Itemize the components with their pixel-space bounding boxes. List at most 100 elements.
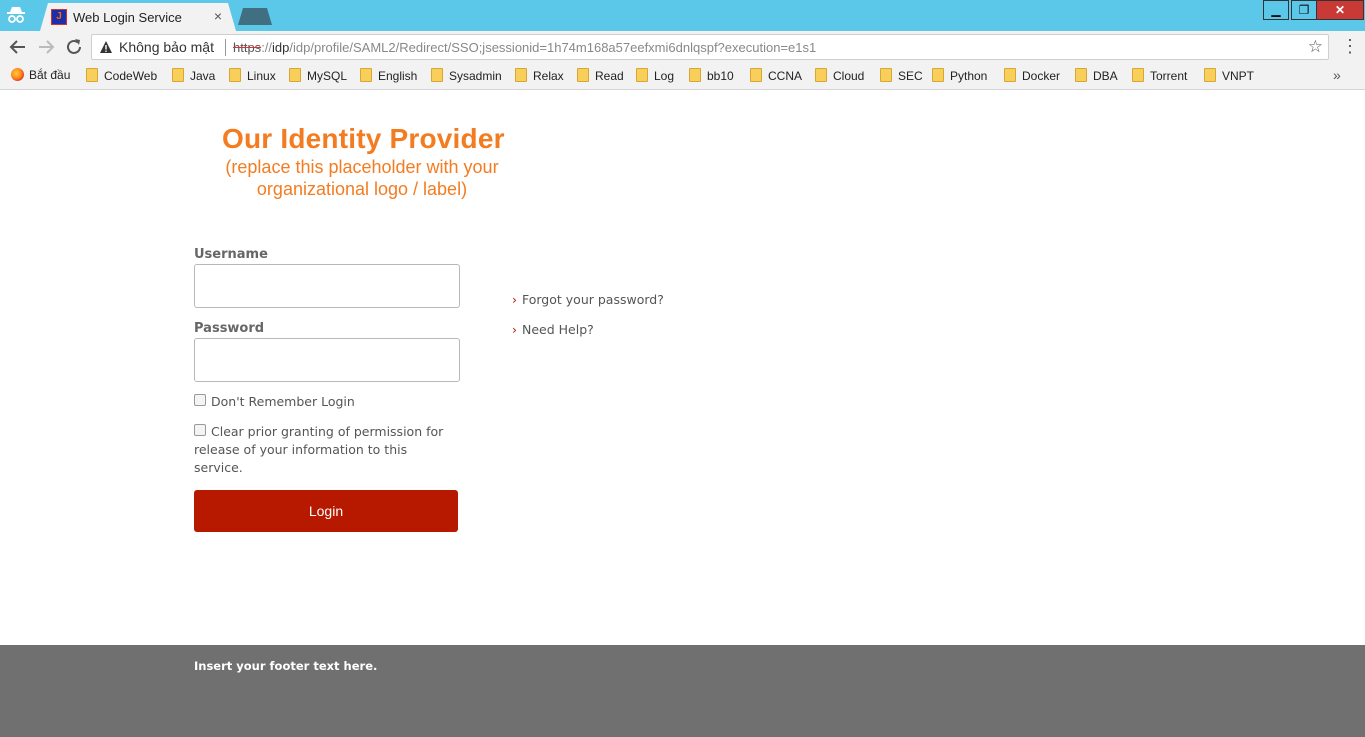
bookmark-label: SEC <box>898 69 923 83</box>
maximize-button[interactable]: ❐ <box>1291 0 1317 20</box>
close-window-button[interactable]: ✕ <box>1316 0 1364 20</box>
username-input[interactable] <box>194 264 460 308</box>
browser-tab[interactable]: J Web Login Service × <box>40 3 236 31</box>
folder-icon <box>289 68 301 82</box>
page-footer: Insert your footer text here. <box>0 645 1365 737</box>
reload-icon[interactable] <box>63 36 85 58</box>
bookmarks-bar: » Bắt đầu CodeWeb Java Linux MySQL English Sys… <box>0 63 1365 90</box>
bookmark-item[interactable]: Docker <box>1004 68 1060 84</box>
bookmark-item[interactable]: DBA <box>1075 68 1118 84</box>
dont-remember-label: Don't Remember Login <box>211 394 355 409</box>
bookmark-label: CodeWeb <box>104 69 158 83</box>
folder-icon <box>1075 68 1087 82</box>
bookmark-item[interactable]: Bắt đầu <box>11 68 70 84</box>
url-host: idp <box>272 40 290 55</box>
incognito-icon <box>7 7 25 23</box>
url-path: /idp/profile/SAML2/Redirect/SSO;jsession… <box>289 40 817 55</box>
bookmark-item[interactable]: CodeWeb <box>86 68 157 84</box>
forward-icon[interactable] <box>35 36 57 58</box>
folder-icon <box>750 68 762 82</box>
folder-icon <box>1132 68 1144 82</box>
dont-remember-checkbox[interactable] <box>194 394 206 406</box>
login-page: Our Identity Provider (replace this plac… <box>0 90 1365 645</box>
bookmark-label: bb10 <box>707 69 734 83</box>
username-label: Username <box>194 247 268 262</box>
bookmark-item[interactable]: Cloud <box>815 68 864 84</box>
url-text[interactable]: https://idp/idp/profile/SAML2/Redirect/S… <box>233 40 816 55</box>
bookmark-item[interactable]: CCNA <box>750 68 802 84</box>
bookmark-label: Sysadmin <box>449 69 502 83</box>
security-label[interactable]: Không bảo mật <box>119 39 214 55</box>
tab-close-icon[interactable]: × <box>211 8 225 24</box>
footer-text: Insert your footer text here. <box>194 659 378 673</box>
forgot-password-text: Forgot your password? <box>522 292 664 307</box>
clear-consent-label: Clear prior granting of permission for r… <box>194 424 444 475</box>
bookmark-label: Java <box>190 69 216 83</box>
bookmark-item[interactable]: Read <box>577 68 624 84</box>
browser-toolbar: Không bảo mật https://idp/idp/profile/SA… <box>0 31 1365 63</box>
bookmark-label: English <box>378 69 418 83</box>
need-help-text: Need Help? <box>522 322 594 337</box>
bookmark-label: Python <box>950 69 988 83</box>
folder-icon <box>880 68 892 82</box>
bookmark-item[interactable]: Torrent <box>1132 68 1187 84</box>
bookmark-label: MySQL <box>307 69 348 83</box>
url-scheme: https <box>233 40 262 55</box>
address-bar[interactable]: Không bảo mật https://idp/idp/profile/SA… <box>91 34 1329 60</box>
bookmark-label: Cloud <box>833 69 865 83</box>
bookmark-item[interactable]: Relax <box>515 68 564 84</box>
browser-menu-icon[interactable]: ⋮ <box>1341 36 1359 58</box>
bookmark-label: Bắt đầu <box>29 68 71 82</box>
tab-title: Web Login Service <box>73 10 182 25</box>
minimize-button[interactable]: ▁ <box>1263 0 1289 20</box>
omnibox-separator <box>225 39 226 56</box>
bookmark-star-icon[interactable]: ☆ <box>1308 37 1323 57</box>
chevron-right-icon: › <box>512 292 517 307</box>
need-help-link[interactable]: › Need Help? <box>512 322 594 337</box>
folder-icon <box>431 68 443 82</box>
login-button[interactable]: Login <box>194 490 458 532</box>
bookmark-item[interactable]: Log <box>636 68 674 84</box>
warning-icon <box>100 41 112 53</box>
bookmark-item[interactable]: bb10 <box>689 68 734 84</box>
logo-subtitle: (replace this placeholder with your orga… <box>225 157 499 199</box>
logo-title: Our Identity Provider <box>222 123 505 154</box>
forgot-password-link[interactable]: › Forgot your password? <box>512 292 664 307</box>
firefox-icon <box>11 68 24 81</box>
password-label: Password <box>194 321 265 336</box>
new-tab-button[interactable] <box>238 8 272 25</box>
bookmark-item[interactable]: SEC <box>880 68 923 84</box>
folder-icon <box>1004 68 1016 82</box>
folder-icon <box>229 68 241 82</box>
bookmark-label: CCNA <box>768 69 803 83</box>
bookmark-label: VNPT <box>1222 69 1255 83</box>
bookmark-label: Log <box>654 69 675 83</box>
bookmark-item[interactable]: Python <box>932 68 987 84</box>
bookmark-item[interactable]: Sysadmin <box>431 68 502 84</box>
back-icon[interactable] <box>7 36 29 58</box>
folder-icon <box>515 68 527 82</box>
bookmark-label: Read <box>595 69 624 83</box>
folder-icon <box>815 68 827 82</box>
folder-icon <box>1204 68 1216 82</box>
bookmark-item[interactable]: Java <box>172 68 215 84</box>
shibboleth-favicon-icon: J <box>51 9 67 25</box>
bookmark-label: DBA <box>1093 69 1118 83</box>
folder-icon <box>577 68 589 82</box>
bookmark-item[interactable]: MySQL <box>289 68 347 84</box>
browser-titlebar: J Web Login Service × ▁ ❐ ✕ <box>0 0 1365 31</box>
bookmarks-overflow-icon[interactable]: » <box>1333 67 1341 83</box>
password-input[interactable] <box>194 338 460 382</box>
bookmark-item[interactable]: English <box>360 68 417 84</box>
bookmark-label: Torrent <box>1150 69 1188 83</box>
bookmark-item[interactable]: Linux <box>229 68 276 84</box>
folder-icon <box>689 68 701 82</box>
bookmark-label: Relax <box>533 69 564 83</box>
bookmark-label: Linux <box>247 69 276 83</box>
folder-icon <box>932 68 944 82</box>
bookmark-item[interactable]: VNPT <box>1204 68 1254 84</box>
url-sep: :// <box>261 40 273 55</box>
chevron-right-icon: › <box>512 322 517 337</box>
folder-icon <box>86 68 98 82</box>
bookmark-label: Docker <box>1022 69 1061 83</box>
